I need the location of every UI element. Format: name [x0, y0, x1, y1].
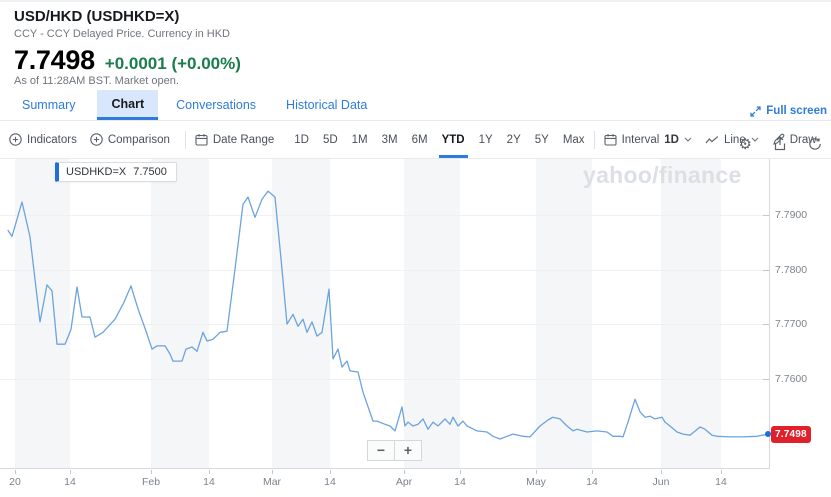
chart-area: USDHKD=X 7.7500 yahoo/finance − + 7.7498…: [0, 159, 831, 497]
x-axis-label: Feb: [142, 476, 160, 488]
chart-settings-group: ⚙: [739, 136, 822, 151]
tab-summary[interactable]: Summary: [20, 90, 77, 120]
plus-circle-icon: [9, 133, 22, 146]
x-tick-mark: [661, 470, 662, 474]
calendar-icon: [604, 133, 617, 146]
quote-page: USD/HKD (USDHKD=X) CCY - CCY Delayed Pri…: [0, 0, 831, 497]
toolbar-separator: [185, 131, 186, 149]
quote-header: USD/HKD (USDHKD=X) CCY - CCY Delayed Pri…: [0, 2, 831, 88]
y-tick-mark: [763, 379, 769, 380]
expand-icon: [750, 106, 761, 117]
share-icon[interactable]: [773, 136, 787, 151]
date-range-label: Date Range: [213, 134, 274, 146]
section-tabs: Summary Chart Conversations Historical D…: [0, 90, 831, 121]
current-price: 7.7498: [14, 46, 95, 74]
settings-gear-icon[interactable]: ⚙: [739, 136, 752, 151]
interval-value: 1D: [664, 134, 679, 146]
full-screen-label: Full screen: [766, 105, 827, 117]
x-tick-mark: [272, 470, 273, 474]
x-axis-label: 14: [454, 476, 466, 488]
watermark-logo: yahoo/finance: [583, 162, 742, 189]
x-tick-mark: [151, 470, 152, 474]
indicators-label: Indicators: [27, 134, 77, 146]
price-row: 7.7498 +0.0001 (+0.00%): [14, 46, 817, 74]
y-axis-label: 7.7800: [775, 264, 807, 276]
y-tick-mark: [763, 215, 769, 216]
range-3m[interactable]: 3M: [379, 121, 401, 158]
x-axis-labels: 20 14 Feb 14 Mar 14 Apr 14 May 14 Jun 14: [0, 470, 770, 496]
line-chart-icon: [705, 135, 719, 145]
x-axis-label: Mar: [263, 476, 281, 488]
x-tick-mark: [70, 470, 71, 474]
y-tick-mark: [763, 270, 769, 271]
plus-circle-icon: [90, 133, 103, 146]
price-line: [8, 191, 768, 439]
y-axis-label: 7.7900: [775, 209, 807, 221]
quote-subtitle: CCY - CCY Delayed Price. Currency in HKD: [14, 28, 817, 41]
x-axis-label: 20: [9, 476, 21, 488]
x-axis-label: 14: [203, 476, 215, 488]
range-ytd[interactable]: YTD: [439, 121, 468, 158]
x-tick-mark: [330, 470, 331, 474]
x-tick-mark: [15, 470, 16, 474]
y-axis-label: 7.7600: [775, 373, 807, 385]
range-max[interactable]: Max: [560, 121, 588, 158]
refresh-icon[interactable]: [808, 136, 822, 151]
price-line-chart: [0, 159, 770, 469]
y-axis-labels: 7.7900 7.7800 7.7700 7.7600: [775, 159, 831, 469]
x-axis-label: Apr: [396, 476, 412, 488]
range-5d[interactable]: 5D: [320, 121, 341, 158]
x-axis-label: 14: [324, 476, 336, 488]
legend-value: 7.7500: [133, 166, 167, 178]
zoom-in-button[interactable]: +: [394, 440, 422, 461]
x-axis-label: Jun: [653, 476, 670, 488]
x-tick-mark: [536, 470, 537, 474]
x-tick-mark: [592, 470, 593, 474]
tab-conversations[interactable]: Conversations: [174, 90, 258, 120]
y-tick-mark: [763, 324, 769, 325]
comparison-label: Comparison: [108, 134, 170, 146]
interval-dropdown[interactable]: Interval 1D: [604, 121, 692, 158]
page-title: USD/HKD (USDHKD=X): [14, 7, 817, 26]
x-axis-label: 14: [715, 476, 727, 488]
legend-chip[interactable]: USDHKD=X 7.7500: [55, 162, 177, 182]
chart-toolbar: Indicators Comparison Date Range 1D 5D 1…: [0, 121, 831, 159]
range-1d[interactable]: 1D: [291, 121, 312, 158]
x-tick-mark: [721, 470, 722, 474]
x-tick-mark: [460, 470, 461, 474]
comparison-button[interactable]: Comparison: [90, 121, 170, 158]
tab-chart[interactable]: Chart: [97, 90, 158, 120]
price-change: +0.0001 (+0.00%): [105, 54, 241, 74]
toolbar-separator: [594, 131, 595, 149]
zoom-controls: − +: [367, 440, 422, 461]
legend-symbol: USDHKD=X: [66, 166, 126, 178]
range-1m[interactable]: 1M: [349, 121, 371, 158]
range-6m[interactable]: 6M: [409, 121, 431, 158]
full-screen-button[interactable]: Full screen: [750, 105, 827, 117]
interval-label: Interval: [622, 134, 660, 146]
calendar-icon: [195, 133, 208, 146]
tab-historical-data[interactable]: Historical Data: [284, 90, 369, 120]
x-axis-label: May: [526, 476, 546, 488]
y-axis-label: 7.7700: [775, 318, 807, 330]
date-range-button[interactable]: Date Range: [195, 121, 274, 158]
x-tick-mark: [404, 470, 405, 474]
x-tick-mark: [209, 470, 210, 474]
as-of-text: As of 11:28AM BST. Market open.: [14, 75, 817, 88]
zoom-out-button[interactable]: −: [367, 440, 395, 461]
chart-plot[interactable]: USDHKD=X 7.7500 yahoo/finance − +: [0, 159, 770, 469]
x-axis-label: 14: [64, 476, 76, 488]
chevron-down-icon: [684, 137, 692, 142]
indicators-button[interactable]: Indicators: [9, 121, 77, 158]
range-2y[interactable]: 2Y: [504, 121, 524, 158]
range-5y[interactable]: 5Y: [532, 121, 552, 158]
x-axis-label: 14: [586, 476, 598, 488]
range-1y[interactable]: 1Y: [476, 121, 496, 158]
